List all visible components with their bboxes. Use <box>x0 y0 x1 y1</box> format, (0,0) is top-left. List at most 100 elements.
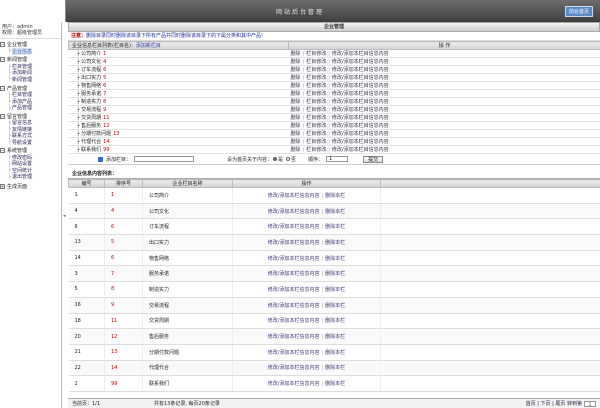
sidebar-item[interactable]: ├ 新闻管理 <box>0 76 61 83</box>
edit-content-link[interactable]: 修改/添加本栏信息内容 <box>268 350 320 356</box>
edit-content-link[interactable]: 修改/添加本栏信息内容 <box>268 287 320 293</box>
content-ops: 修改/添加本栏信息内容 | 删除本栏 <box>232 360 381 377</box>
content-order: 8 <box>104 281 143 298</box>
edit-content-link[interactable]: 修改/添加本栏信息内容 <box>268 334 320 340</box>
radio-yes[interactable] <box>273 157 278 161</box>
edit-category-link[interactable]: 栏目修改 <box>306 139 326 145</box>
delete-category-link[interactable]: 删除 <box>291 59 301 65</box>
edit-category-link[interactable]: 栏目修改 <box>306 107 326 113</box>
delete-content-link[interactable]: 删除本栏 <box>325 224 345 230</box>
delete-category-link[interactable]: 删除 <box>291 147 301 153</box>
edit-content-link[interactable]: 修改/添加本栏信息内容 <box>268 256 320 262</box>
delete-category-link[interactable]: 删除 <box>291 107 301 113</box>
delete-content-link[interactable]: 删除本栏 <box>325 287 345 293</box>
edit-category-link[interactable]: 栏目修改 <box>306 75 326 81</box>
edit-category-link[interactable]: 栏目修改 <box>306 131 326 137</box>
delete-content-link[interactable]: 删除本栏 <box>325 209 345 215</box>
content-order: 7 <box>104 265 143 283</box>
delete-content-link[interactable]: 删除本栏 <box>325 193 345 199</box>
collapse-sidebar-icon[interactable]: ◂ <box>63 210 67 222</box>
delete-category-link[interactable]: 删除 <box>291 51 301 57</box>
delete-content-link[interactable]: 删除本栏 <box>325 334 345 340</box>
order-input[interactable]: 1 <box>326 156 349 162</box>
edit-content-link[interactable]: 修改/添加本栏目信息内容 <box>332 147 389 153</box>
edit-category-link[interactable]: 栏目修改 <box>306 99 326 105</box>
content-ops: 修改/添加本栏信息内容 | 删除本栏 <box>232 234 381 251</box>
delete-content-link[interactable]: 删除本栏 <box>325 365 345 371</box>
page-nav-links[interactable]: 首页 | 下页 | 尾页 转到第 <box>526 401 582 407</box>
edit-content-link[interactable]: 修改/添加本栏目信息内容 <box>332 123 389 129</box>
edit-content-link[interactable]: 修改/添加本栏目信息内容 <box>332 91 389 97</box>
category-name: 订车流程 <box>81 67 102 73</box>
sidebar-item[interactable]: ├ 退出管理 <box>0 173 61 181</box>
delete-category-link[interactable]: 删除 <box>291 115 301 121</box>
edit-content-link[interactable]: 修改/添加本栏目信息内容 <box>332 131 389 137</box>
sidebar-group-generate[interactable]: + 生成页面 <box>0 183 61 190</box>
delete-content-link[interactable]: 删除本栏 <box>325 303 345 309</box>
edit-content-link[interactable]: 修改/添加本栏信息内容 <box>268 240 320 246</box>
delete-category-link[interactable]: 删除 <box>291 139 301 145</box>
edit-content-link[interactable]: 修改/添加本栏目信息内容 <box>332 99 389 105</box>
edit-content-link[interactable]: 修改/添加本栏信息内容 <box>268 271 320 277</box>
edit-content-link[interactable]: 修改/添加本栏目信息内容 <box>332 59 389 65</box>
edit-category-link[interactable]: 栏目修改 <box>306 115 326 121</box>
edit-category-link[interactable]: 栏目修改 <box>306 147 326 153</box>
delete-category-link[interactable]: 删除 <box>291 91 301 97</box>
category-name-input[interactable] <box>134 156 195 162</box>
empty-cell <box>380 187 600 204</box>
frontpage-button[interactable]: 前台首页 <box>564 6 593 17</box>
edit-content-link[interactable]: 修改/添加本栏目信息内容 <box>332 51 389 57</box>
edit-content-link[interactable]: 修改/添加本栏信息内容 <box>268 381 320 387</box>
sidebar-item[interactable]: ├ 企业信息 <box>0 47 61 55</box>
category-name: 物售网络 <box>81 83 102 89</box>
tree-branch-icon: ├ <box>8 76 12 83</box>
delete-category-link[interactable]: 删除 <box>291 131 301 137</box>
delete-content-link[interactable]: 删除本栏 <box>325 256 345 262</box>
content-row: 2 99 联系我们 修改/添加本栏信息内容 | 删除本栏 <box>68 375 600 392</box>
edit-content-link[interactable]: 修改/添加本栏信息内容 <box>268 318 320 324</box>
edit-content-link[interactable]: 修改/添加本栏信息内容 <box>268 209 320 215</box>
edit-category-link[interactable]: 栏目修改 <box>306 91 326 97</box>
category-id: 13 <box>113 131 120 137</box>
submit-button[interactable]: 提交 <box>363 155 384 163</box>
category-ops: 删除 | 栏目修改 | 修改/添加本栏目信息内容 <box>288 113 600 122</box>
radio-no[interactable] <box>286 157 291 161</box>
edit-content-link[interactable]: 修改/添加本栏目信息内容 <box>332 67 389 73</box>
edit-content-link[interactable]: 修改/添加本栏信息内容 <box>268 193 320 199</box>
edit-content-link[interactable]: 修改/添加本栏目信息内容 <box>332 75 389 81</box>
delete-category-link[interactable]: 删除 <box>291 83 301 89</box>
edit-content-link[interactable]: 修改/添加本栏信息内容 <box>268 303 320 309</box>
edit-content-link[interactable]: 修改/添加本栏信息内容 <box>268 224 320 230</box>
category-cell: ├ 订车流程 6 <box>68 65 289 74</box>
edit-content-link[interactable]: 修改/添加本栏目信息内容 <box>332 83 389 89</box>
edit-content-link[interactable]: 修改/添加本栏目信息内容 <box>332 107 389 113</box>
delete-content-link[interactable]: 删除本栏 <box>325 271 345 277</box>
delete-content-link[interactable]: 删除本栏 <box>325 381 345 387</box>
delete-content-link[interactable]: 删除本栏 <box>325 350 345 356</box>
content-order: 6 <box>104 218 143 236</box>
separator: | <box>328 67 330 73</box>
delete-content-link[interactable]: 删除本栏 <box>325 318 345 324</box>
edit-category-link[interactable]: 栏目修改 <box>306 67 326 73</box>
edit-content-link[interactable]: 修改/添加本栏目信息内容 <box>332 115 389 121</box>
pagination-bar: 当前页：1/1 共有13条记录, 每页20条记录 首页 | 下页 | 尾页 转到… <box>68 398 600 408</box>
edit-content-link[interactable]: 修改/添加本栏信息内容 <box>268 365 320 371</box>
separator: | <box>328 115 330 121</box>
edit-category-link[interactable]: 栏目修改 <box>306 59 326 65</box>
collapse-icon: − <box>0 148 5 154</box>
delete-category-link[interactable]: 删除 <box>291 67 301 73</box>
delete-content-link[interactable]: 删除本栏 <box>325 240 345 246</box>
page-nav: 首页 | 下页 | 尾页 转到第 1 <box>526 400 600 407</box>
delete-category-link[interactable]: 删除 <box>291 99 301 105</box>
delete-category-link[interactable]: 删除 <box>291 75 301 81</box>
add-category-link[interactable]: 添加新栏目 <box>136 43 161 49</box>
category-id: 8 <box>103 99 107 105</box>
sidebar-item[interactable]: ├ 产品管理 <box>0 104 61 112</box>
edit-category-link[interactable]: 栏目修改 <box>306 123 326 129</box>
edit-category-link[interactable]: 栏目修改 <box>306 83 326 89</box>
page-select[interactable]: 1 <box>584 400 596 407</box>
sidebar-item[interactable]: ├ 导航设置 <box>0 139 61 146</box>
edit-category-link[interactable]: 栏目修改 <box>306 51 326 57</box>
delete-category-link[interactable]: 删除 <box>291 123 301 129</box>
edit-content-link[interactable]: 修改/添加本栏目信息内容 <box>332 139 389 145</box>
